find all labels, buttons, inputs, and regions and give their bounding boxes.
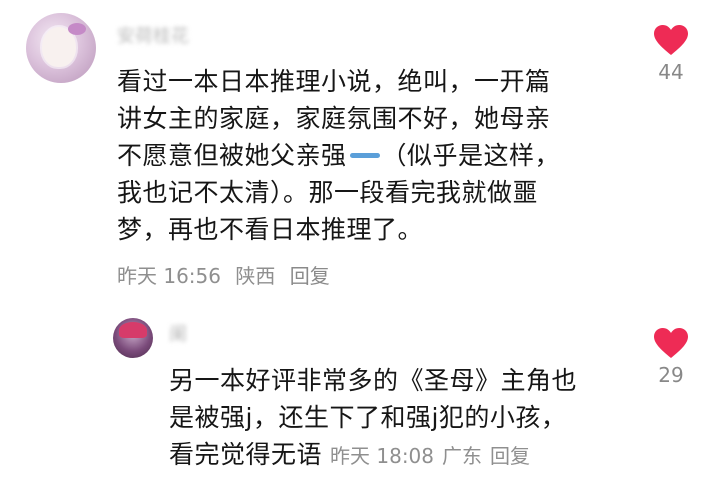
heart-icon[interactable] [653,327,689,359]
reply-avatar[interactable] [113,318,153,358]
masked-word-mark [349,152,380,158]
reply-line: 是被强j，还生下了和强j犯的小孩， [169,403,567,432]
reply-button[interactable]: 回复 [290,264,330,288]
reply-reply-button[interactable]: 回复 [490,444,530,468]
comment-line: 讲女主的家庭，家庭氛围不好，她母亲 [117,104,551,133]
comment-meta: 昨天 16:56 陕西 回复 [117,260,338,289]
avatar-bow [68,23,86,35]
reply-location: 广东 [442,444,483,468]
reply-line-part: 看完觉得无语 [169,440,323,469]
reply-like-button[interactable]: 29 [646,327,696,387]
reply-line: 另一本好评非常多的《圣母》主角也 [169,366,578,395]
reply-like-count: 29 [658,363,684,387]
reply-username[interactable]: 阑 [169,320,187,346]
reply-body: 另一本好评非常多的《圣母》主角也 是被强j，还生下了和强j犯的小孩， 看完觉得无… [169,362,639,475]
comment-line-part: （似乎是这样， [381,141,561,170]
avatar-hat [119,322,147,338]
comment-line: 我也记不太清）。那一段看完我就做噩 [117,178,539,207]
comment-time: 昨天 16:56 [117,264,221,288]
comment-line-part: 不愿意但被她父亲强 [117,141,347,170]
reply-line: 看完觉得无语 昨天 18:08 广东 回复 [169,436,639,475]
like-button[interactable]: 44 [646,24,696,84]
avatar[interactable] [26,13,96,83]
comment-username[interactable]: 安荷桂花 [117,22,189,48]
comment-body: 看过一本日本推理小说，绝叫，一开篇 讲女主的家庭，家庭氛围不好，她母亲 不愿意但… [117,63,617,248]
comment-line: 梦，再也不看日本推理了。 [117,215,424,244]
comment-line: 不愿意但被她父亲强 （似乎是这样， [117,137,617,174]
comment-location: 陕西 [235,264,276,288]
heart-icon[interactable] [653,24,689,56]
reply-meta: 昨天 18:08 广东 回复 [330,444,538,468]
comment-line: 看过一本日本推理小说，绝叫，一开篇 [117,67,551,96]
like-count: 44 [658,60,684,84]
reply-time: 昨天 18:08 [330,444,435,468]
